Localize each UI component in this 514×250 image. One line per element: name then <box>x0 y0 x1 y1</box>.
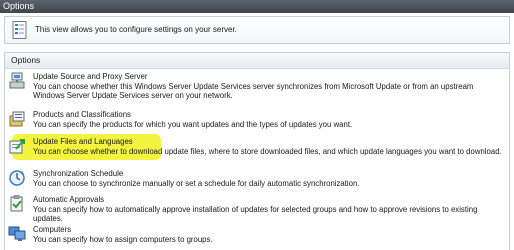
option-title[interactable]: Products and Classifications <box>33 110 503 120</box>
option-title[interactable]: Synchronization Schedule <box>33 169 503 179</box>
computers-icon <box>8 226 26 241</box>
settings-page-icon <box>12 21 27 39</box>
option-title[interactable]: Automatic Approvals <box>33 195 503 205</box>
automatic-approvals-icon <box>10 195 23 212</box>
description-panel: This view allows you to configure settin… <box>4 16 510 44</box>
products-icon <box>9 111 25 127</box>
update-source-icon <box>9 72 25 89</box>
option-description: You can choose whether this Windows Serv… <box>33 81 474 101</box>
option-description: You can specify how to assign computers … <box>33 234 213 244</box>
sync-schedule-icon <box>9 170 25 186</box>
option-description: You can choose to synchronize manually o… <box>33 178 360 188</box>
option-title[interactable]: Computers <box>33 225 503 235</box>
description-text: This view allows you to configure settin… <box>35 25 237 34</box>
option-title[interactable]: Update Files and Languages <box>33 137 503 147</box>
update-files-icon <box>9 139 25 154</box>
window-title: Options <box>3 1 35 11</box>
option-description: You can specify the products for which y… <box>33 119 353 129</box>
options-window: Options This view allows you to configur… <box>0 0 514 250</box>
option-description: You can choose whether to download updat… <box>33 146 502 156</box>
option-title[interactable]: Update Source and Proxy Server <box>33 72 503 82</box>
option-description: You can specify how to automatically app… <box>33 204 478 224</box>
options-section-header: Options <box>5 53 509 69</box>
window-title-bar: Options <box>0 0 514 13</box>
